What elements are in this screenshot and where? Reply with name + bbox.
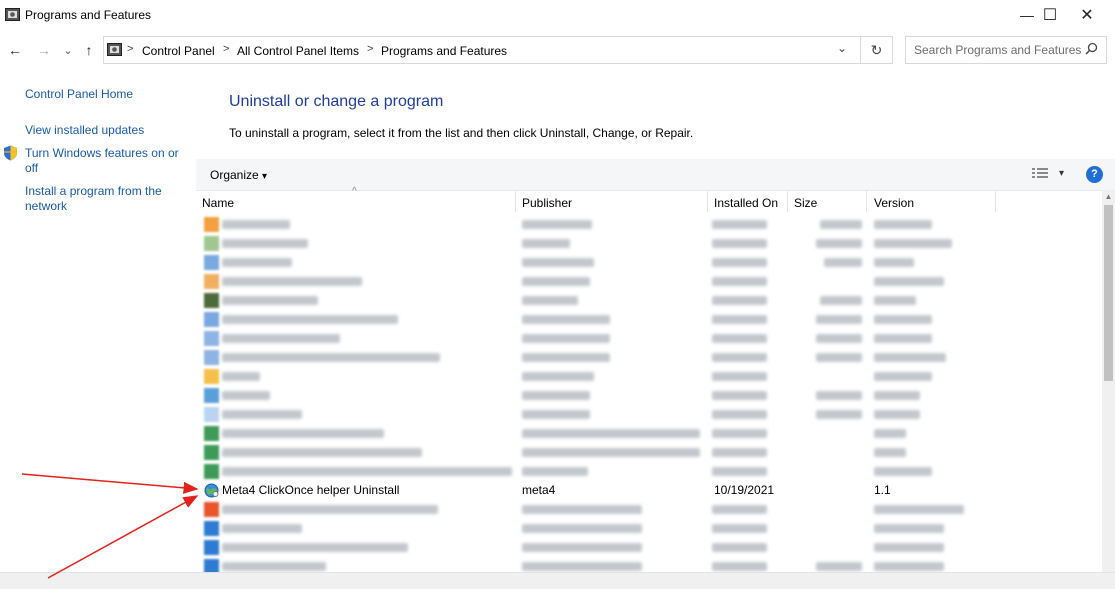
search-input[interactable]: Search Programs and Features: [905, 36, 1107, 64]
column-divider[interactable]: [995, 190, 996, 212]
scrollbar-thumb[interactable]: [1104, 205, 1113, 381]
table-row[interactable]: [200, 519, 1100, 538]
page-instructions: To uninstall a program, select it from t…: [229, 126, 694, 140]
table-row[interactable]: [200, 310, 1100, 329]
sort-indicator-icon: ^: [352, 186, 357, 197]
program-publisher: meta4: [522, 483, 556, 497]
breadcrumb-separator: >: [223, 43, 230, 55]
address-dropdown-icon[interactable]: ⌄: [837, 41, 847, 55]
control-panel-home-link[interactable]: Control Panel Home: [25, 87, 133, 102]
table-row[interactable]: [200, 538, 1100, 557]
column-header-size[interactable]: Size: [794, 196, 817, 210]
view-installed-updates-link[interactable]: View installed updates: [25, 123, 144, 138]
title-bar: Programs and Features — ☐ ✕: [0, 0, 1115, 30]
column-header-version[interactable]: Version: [874, 196, 914, 210]
table-row[interactable]: [200, 405, 1100, 424]
breadcrumb-control-panel[interactable]: Control Panel: [142, 44, 215, 58]
status-bar: [0, 572, 1115, 589]
table-row[interactable]: [200, 234, 1100, 253]
uac-shield-icon: [4, 145, 17, 161]
refresh-button[interactable]: ↻: [861, 36, 893, 64]
column-divider[interactable]: [707, 190, 708, 212]
column-divider[interactable]: [515, 190, 516, 212]
program-installed-on: 10/19/2021: [714, 483, 775, 497]
scroll-up-icon[interactable]: ▲: [1102, 192, 1115, 201]
table-row[interactable]: [200, 291, 1100, 310]
search-icon: [1085, 42, 1098, 55]
breadcrumb-all-items[interactable]: All Control Panel Items: [237, 44, 359, 58]
table-row[interactable]: [200, 500, 1100, 519]
table-row[interactable]: [200, 329, 1100, 348]
table-row[interactable]: [200, 215, 1100, 234]
column-divider[interactable]: [866, 190, 867, 212]
forward-button[interactable]: →: [34, 40, 54, 60]
organize-label: Organize: [210, 168, 259, 182]
programs-features-icon: [5, 8, 20, 21]
vertical-scrollbar[interactable]: ▲: [1102, 190, 1115, 580]
breadcrumb-separator: >: [127, 43, 134, 55]
view-details-icon[interactable]: [1032, 167, 1048, 182]
help-icon[interactable]: ?: [1086, 166, 1103, 183]
view-dropdown-icon[interactable]: ▾: [1059, 168, 1064, 179]
table-row[interactable]: Meta4 ClickOnce helper Uninstall meta4 1…: [200, 481, 1100, 500]
install-from-network-link[interactable]: Install a program from the network: [25, 184, 185, 214]
close-button[interactable]: ✕: [1064, 0, 1110, 30]
up-button[interactable]: ↑: [79, 40, 99, 60]
table-row[interactable]: [200, 253, 1100, 272]
control-panel-icon: [107, 43, 122, 56]
column-header-name[interactable]: Name: [202, 196, 234, 210]
table-row[interactable]: [200, 443, 1100, 462]
program-name: Meta4 ClickOnce helper Uninstall: [222, 483, 400, 497]
column-header-publisher[interactable]: Publisher: [522, 196, 572, 210]
globe-installer-icon: [204, 483, 219, 498]
command-toolbar: Organize ▾ ▾ ?: [196, 159, 1115, 191]
table-row[interactable]: [200, 272, 1100, 291]
organize-dropdown-icon: ▾: [262, 171, 268, 182]
table-row[interactable]: [200, 348, 1100, 367]
program-version: 1.1: [874, 483, 891, 497]
table-row[interactable]: [200, 462, 1100, 481]
table-row[interactable]: [200, 367, 1100, 386]
table-row[interactable]: [200, 386, 1100, 405]
column-header-installed-on[interactable]: Installed On: [714, 196, 778, 210]
organize-button[interactable]: Organize ▾: [210, 168, 267, 182]
address-bar[interactable]: > Control Panel > All Control Panel Item…: [103, 36, 861, 64]
search-placeholder: Search Programs and Features: [914, 43, 1082, 57]
page-title: Uninstall or change a program: [229, 93, 444, 110]
breadcrumb-programs-features[interactable]: Programs and Features: [381, 44, 507, 58]
window-title: Programs and Features: [25, 8, 152, 22]
recent-locations-button[interactable]: ⌄: [58, 40, 78, 60]
windows-features-link[interactable]: Turn Windows features on or off: [25, 146, 190, 176]
table-row[interactable]: [200, 424, 1100, 443]
breadcrumb-separator: >: [367, 43, 374, 55]
back-button[interactable]: ←: [5, 40, 25, 60]
column-divider[interactable]: [787, 190, 788, 212]
